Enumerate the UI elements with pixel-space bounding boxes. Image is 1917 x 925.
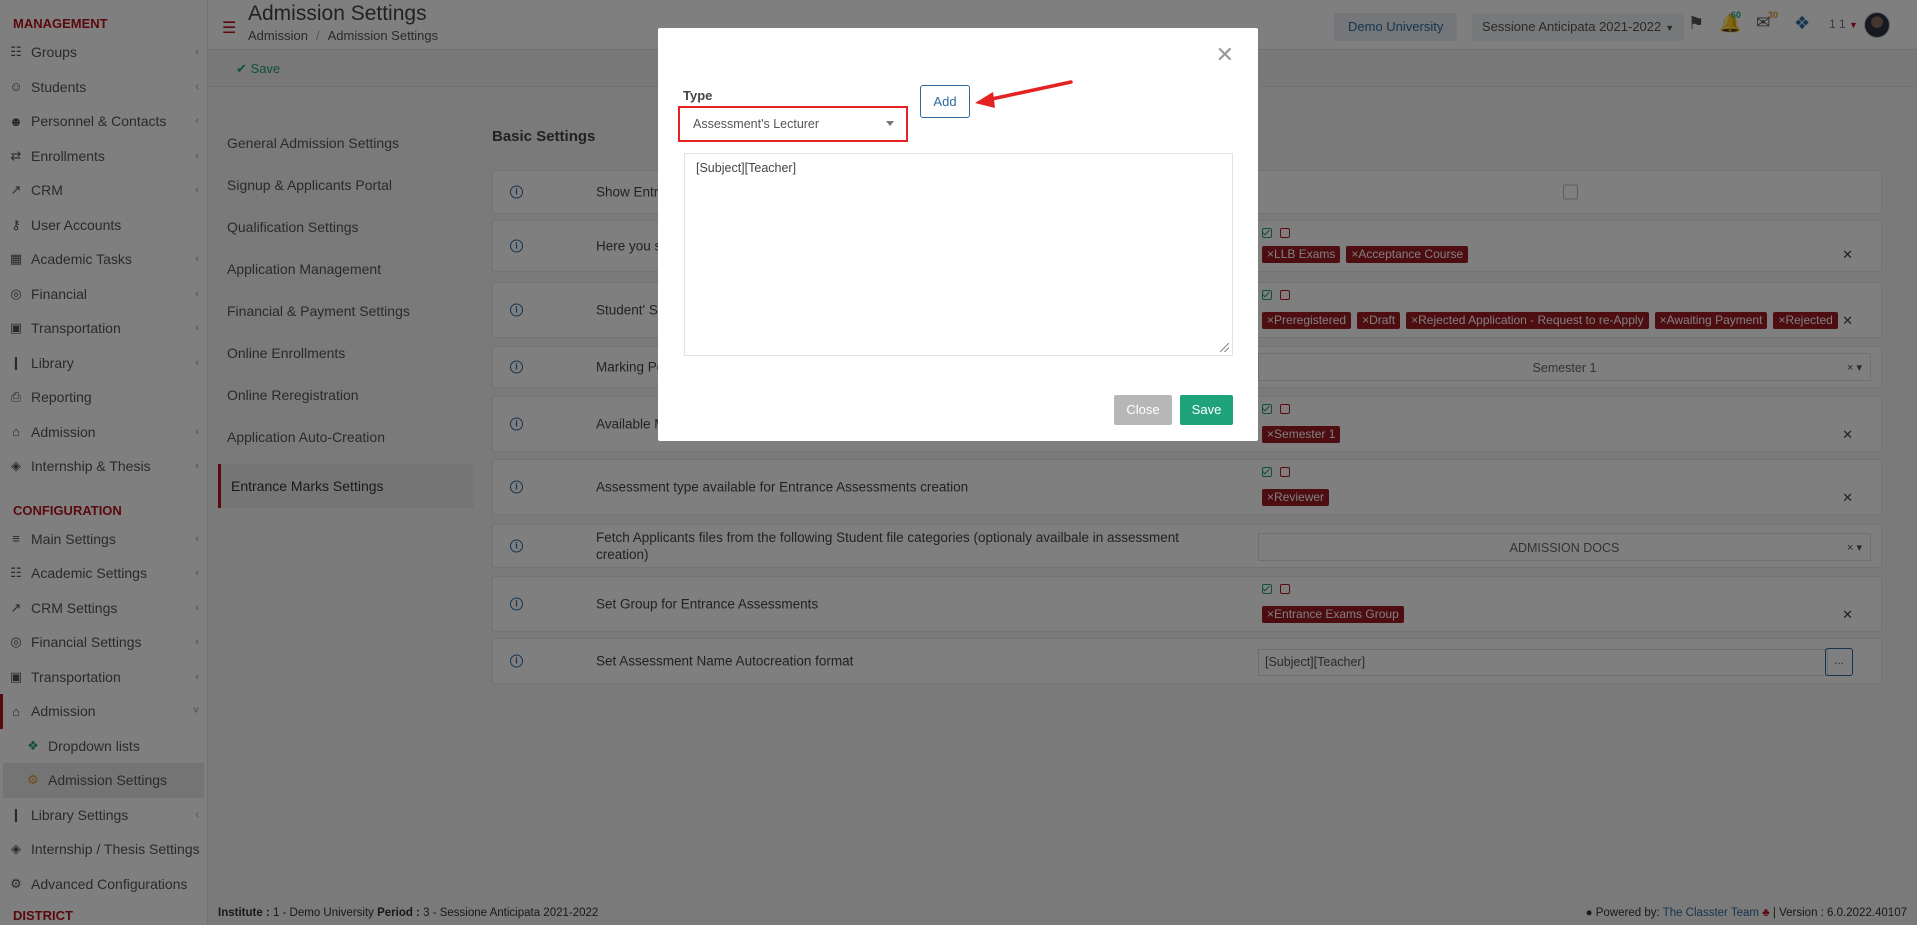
modal: ✕ Type Assessment's Lecturer Add [Subjec… xyxy=(658,28,1258,441)
type-select[interactable]: Assessment's Lecturer xyxy=(678,106,908,142)
caret-down-icon xyxy=(886,121,894,126)
close-icon[interactable]: ✕ xyxy=(1216,44,1234,66)
format-textarea[interactable]: [Subject][Teacher] xyxy=(684,153,1233,356)
resize-handle-icon[interactable] xyxy=(1220,343,1229,352)
save-button[interactable]: Save xyxy=(1180,395,1233,425)
type-label: Type xyxy=(683,88,713,103)
close-button[interactable]: Close xyxy=(1114,395,1172,425)
add-button[interactable]: Add xyxy=(920,85,970,118)
red-arrow-annotation xyxy=(975,80,1073,108)
